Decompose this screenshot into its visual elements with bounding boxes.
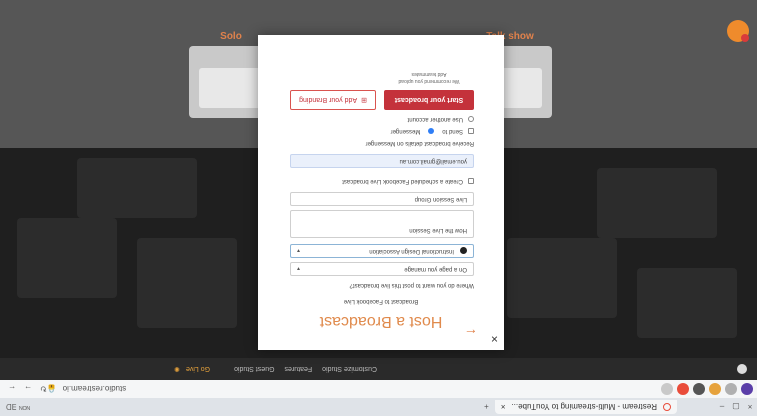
use-another-radio[interactable] bbox=[468, 116, 474, 122]
extension-icon[interactable] bbox=[693, 383, 705, 395]
notes-line: We recommend you upload bbox=[398, 78, 460, 84]
receive-details-label: Receive broadcast details on Messenger bbox=[365, 140, 474, 146]
messenger-icon bbox=[428, 128, 435, 134]
background-tile bbox=[507, 238, 617, 318]
url-text: studio.restream.io bbox=[62, 384, 127, 394]
notes-line: Add teammates bbox=[411, 71, 447, 77]
start-broadcast-button[interactable]: Start your broadcast bbox=[384, 90, 474, 110]
post-target-value: On a page you manage bbox=[404, 266, 467, 272]
post-question: Where do you want to post this live broa… bbox=[349, 282, 474, 288]
background-tile bbox=[597, 168, 717, 238]
start-broadcast-label: Start your broadcast bbox=[394, 96, 464, 104]
modal-subtitle: Broadcast to Facebook Live bbox=[343, 298, 419, 304]
browser-tab-bar: × ▢ – Restream - Multi-streaming to YouT… bbox=[0, 398, 757, 416]
chevron-down-icon: ▾ bbox=[297, 247, 301, 254]
studio-bottom-bar: Customize Studio Features Guest Studio G… bbox=[0, 358, 757, 380]
scheduled-checkbox-row[interactable]: Create a scheduled Facebook Live broadca… bbox=[342, 178, 474, 184]
send-to-messenger-row[interactable]: Send to Messenger bbox=[391, 128, 474, 134]
branding-icon: ⊞ bbox=[361, 96, 367, 103]
go-live-label[interactable]: Go Live bbox=[186, 366, 210, 373]
extension-puzzle-icon[interactable] bbox=[725, 383, 737, 395]
modal-title: Host a Broadcast bbox=[319, 313, 443, 330]
messenger-label: Messenger bbox=[390, 128, 421, 134]
scheduled-label: Create a scheduled Facebook Live broadca… bbox=[342, 178, 463, 184]
background-tile bbox=[137, 238, 237, 328]
corner-text: ᴺᴼᴺ ∃D bbox=[6, 402, 31, 412]
add-branding-button[interactable]: ⊞ Add your Branding bbox=[290, 90, 376, 110]
use-another-row[interactable]: Use another account bbox=[408, 116, 474, 122]
tab-title: Restream - Multi-streaming to YouTube... bbox=[511, 402, 657, 412]
title-value: Live Session Group bbox=[414, 196, 467, 202]
page-select[interactable]: Instructional Design Association ▾ bbox=[290, 244, 474, 258]
forward-icon[interactable]: → bbox=[24, 385, 32, 394]
back-icon[interactable]: ← bbox=[8, 385, 16, 394]
nav-item[interactable]: Customize Studio bbox=[322, 366, 377, 373]
nav-item[interactable]: Guest Studio bbox=[234, 366, 274, 373]
sparkle-icon: ✺ bbox=[174, 365, 180, 372]
lock-icon: 🔒 bbox=[46, 384, 57, 394]
page-select-value: Instructional Design Association bbox=[369, 248, 454, 254]
scheduled-checkbox[interactable] bbox=[468, 178, 474, 184]
bookmark-star-icon[interactable] bbox=[709, 383, 721, 395]
use-another-label: Use another account bbox=[407, 116, 463, 122]
title-field[interactable]: Live Session Group bbox=[290, 192, 474, 206]
extension-gray-icon[interactable] bbox=[661, 383, 673, 395]
email-value: you.email@gmail.com.au bbox=[399, 158, 467, 164]
reload-icon[interactable]: ↻ bbox=[40, 385, 47, 394]
profile-avatar-icon[interactable] bbox=[741, 383, 753, 395]
window-close-icon[interactable]: × bbox=[743, 403, 757, 412]
background-tile bbox=[637, 268, 737, 338]
send-to-checkbox[interactable] bbox=[468, 128, 474, 134]
window-minimize-icon[interactable]: – bbox=[715, 403, 729, 412]
layout-preview bbox=[199, 68, 263, 108]
browser-tab[interactable]: Restream - Multi-streaming to YouTube...… bbox=[494, 400, 677, 414]
page-logo-icon bbox=[460, 247, 467, 255]
new-tab-button[interactable]: + bbox=[484, 403, 489, 412]
toggle-icon[interactable] bbox=[737, 364, 747, 374]
window-maximize-icon[interactable]: ▢ bbox=[729, 403, 743, 412]
address-bar[interactable]: studio.restream.io 🔒 bbox=[47, 383, 653, 395]
extension-red-icon[interactable] bbox=[677, 383, 689, 395]
post-target-select[interactable]: On a page you manage ▾ bbox=[290, 262, 474, 276]
description-value: How the Live Session bbox=[409, 227, 467, 233]
host-broadcast-modal: × ← Host a Broadcast Broadcast to Facebo… bbox=[258, 35, 504, 350]
background-tile bbox=[17, 218, 117, 298]
browser-toolbar: studio.restream.io 🔒 ↻ → ← bbox=[0, 379, 757, 398]
tab-close-icon[interactable]: × bbox=[501, 403, 506, 412]
close-icon[interactable]: × bbox=[491, 332, 498, 346]
background-tile bbox=[77, 158, 197, 218]
restream-favicon-icon bbox=[663, 403, 671, 411]
send-to-label: Send to bbox=[442, 128, 463, 134]
add-branding-label: Add your Branding bbox=[299, 96, 358, 104]
email-field[interactable]: you.email@gmail.com.au bbox=[290, 154, 474, 168]
nav-item[interactable]: Features bbox=[285, 366, 313, 373]
notification-badge bbox=[741, 34, 749, 42]
chevron-down-icon: ▾ bbox=[297, 265, 301, 272]
description-textarea[interactable]: How the Live Session bbox=[290, 210, 474, 238]
